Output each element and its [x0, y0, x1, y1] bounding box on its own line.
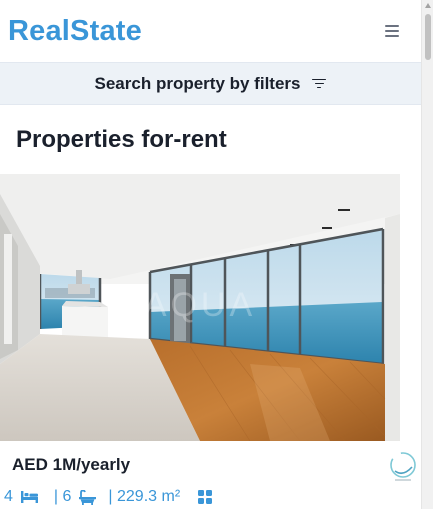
- agency-logo[interactable]: [385, 449, 421, 483]
- scroll-up-arrow-icon[interactable]: [425, 3, 431, 8]
- scroll-thumb[interactable]: [425, 14, 431, 60]
- bath-icon: [79, 489, 97, 505]
- page-title: Properties for-rent: [16, 126, 227, 153]
- property-image[interactable]: AQUA: [0, 174, 400, 441]
- hamburger-menu-icon[interactable]: [383, 24, 401, 38]
- image-watermark: AQUA: [144, 286, 256, 324]
- bed-icon: [20, 491, 38, 503]
- rooms-count: 4: [4, 488, 13, 505]
- scrollbar[interactable]: [421, 0, 433, 509]
- filter-label: Search property by filters: [94, 73, 301, 93]
- filter-bar[interactable]: Search property by filters: [0, 62, 421, 105]
- filter-icon: [312, 78, 327, 89]
- listing-price: AED 1M/yearly: [12, 455, 131, 474]
- navbar: RealState: [0, 0, 421, 62]
- brand-logo[interactable]: RealState: [8, 15, 142, 48]
- baths-count: | 6: [53, 488, 72, 505]
- area-size: | 229.3 m²: [108, 488, 181, 505]
- listing-features: 4 | 6 | 229.3 m²: [4, 487, 213, 507]
- grid-icon: [198, 490, 213, 504]
